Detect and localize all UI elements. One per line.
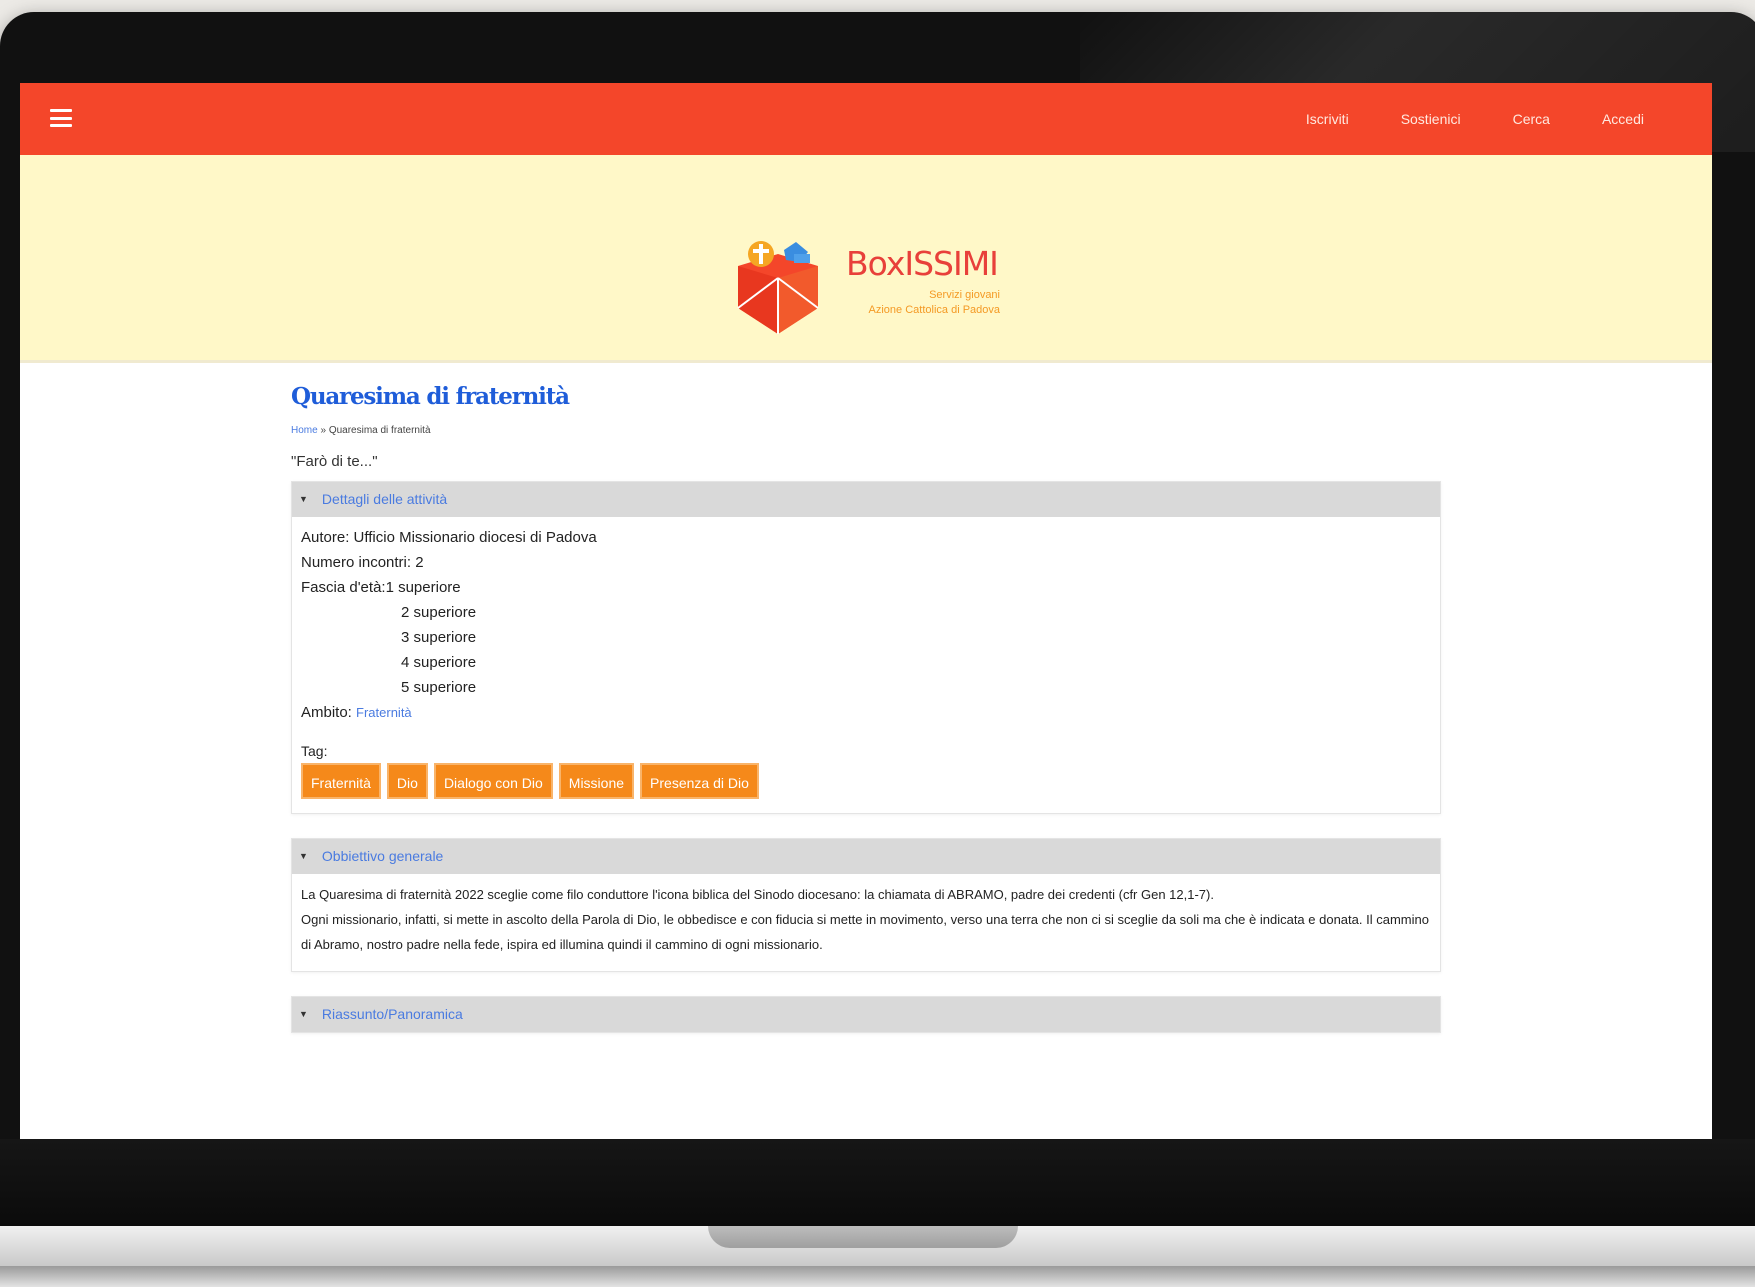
details-panel-header[interactable]: ▼ Dettagli delle attività bbox=[292, 481, 1440, 517]
breadcrumb-home-link[interactable]: Home bbox=[291, 425, 318, 436]
objective-panel-header[interactable]: ▼ Obbiettivo generale bbox=[292, 838, 1440, 874]
laptop-chin bbox=[0, 1139, 1755, 1226]
top-navbar: Iscriviti Sostienici Cerca Accedi bbox=[20, 83, 1712, 155]
meetings-row: Numero incontri: 2 bbox=[301, 553, 424, 571]
collapse-triangle-icon: ▼ bbox=[299, 494, 308, 505]
age-row: Fascia d'età: 1 superiore bbox=[301, 575, 1431, 600]
breadcrumb-separator: » bbox=[317, 424, 329, 436]
nav-link-sostienici[interactable]: Sostienici bbox=[1401, 111, 1461, 127]
breadcrumb: Home » Quaresima di fraternità bbox=[291, 425, 1441, 436]
overview-panel-header[interactable]: ▼ Riassunto/Panoramica bbox=[292, 996, 1440, 1032]
tags-label: Tag: bbox=[301, 742, 328, 759]
collapse-triangle-icon: ▼ bbox=[299, 1009, 308, 1020]
tag-dio[interactable]: Dio bbox=[386, 762, 428, 799]
laptop-notch bbox=[708, 1226, 1018, 1248]
age-list: 2 superiore 3 superiore 4 superiore 5 su… bbox=[301, 600, 1431, 700]
header-banner: BoxISSIMI Servizi giovani Azione Cattoli… bbox=[20, 155, 1712, 363]
scope-row: Ambito: Fraternità bbox=[301, 700, 1431, 725]
overview-panel-title: Riassunto/Panoramica bbox=[321, 1006, 463, 1023]
breadcrumb-current: Quaresima di fraternità bbox=[328, 424, 431, 436]
page-quote: "Farò di te..." bbox=[291, 452, 378, 470]
logo-subtitle: Servizi giovani bbox=[929, 289, 1000, 301]
objective-paragraph: La Quaresima di fraternità 2022 sceglie … bbox=[301, 886, 1214, 902]
overview-panel: ▼ Riassunto/Panoramica bbox=[291, 995, 1441, 1033]
nav-link-accedi[interactable]: Accedi bbox=[1602, 111, 1644, 127]
scope-label: Ambito: bbox=[301, 703, 357, 721]
age-item: 4 superiore bbox=[401, 653, 477, 671]
tag-list: Fraternità Dio Dialogo con Dio Missione … bbox=[301, 762, 1431, 799]
logo-title: BoxISSIMI bbox=[846, 244, 999, 283]
age-label: Fascia d'età: bbox=[301, 578, 386, 596]
page-title: Quaresima di fraternità bbox=[291, 383, 570, 410]
age-item: 5 superiore bbox=[401, 678, 477, 696]
age-first: 1 superiore bbox=[385, 578, 461, 596]
laptop-base-shadow bbox=[0, 1266, 1755, 1287]
main-content: Quaresima di fraternità Home » Quaresima… bbox=[291, 383, 1441, 1033]
author-row: Autore: Ufficio Missionario diocesi di P… bbox=[301, 528, 597, 546]
objective-paragraph: Ogni missionario, infatti, si mette in a… bbox=[301, 911, 1429, 952]
scope-link[interactable]: Fraternità bbox=[356, 705, 412, 720]
collapse-triangle-icon: ▼ bbox=[299, 851, 308, 862]
nav-links: Iscriviti Sostienici Cerca Accedi bbox=[1254, 83, 1644, 155]
browser-viewport: Iscriviti Sostienici Cerca Accedi BoxISS… bbox=[20, 83, 1712, 1139]
tag-dialogo-con-dio[interactable]: Dialogo con Dio bbox=[433, 762, 553, 799]
hamburger-menu-icon[interactable] bbox=[50, 109, 72, 127]
nav-link-iscriviti[interactable]: Iscriviti bbox=[1306, 111, 1349, 127]
nav-link-cerca[interactable]: Cerca bbox=[1513, 111, 1550, 127]
site-logo[interactable]: BoxISSIMI Servizi giovani Azione Cattoli… bbox=[728, 236, 1018, 336]
details-panel-body: Autore: Ufficio Missionario diocesi di P… bbox=[292, 517, 1440, 813]
tag-presenza-di-dio[interactable]: Presenza di Dio bbox=[640, 762, 759, 799]
age-item: 2 superiore bbox=[401, 603, 477, 621]
objective-panel-title: Obbiettivo generale bbox=[321, 848, 444, 865]
tag-fraternita[interactable]: Fraternità bbox=[301, 762, 381, 799]
details-panel-title: Dettagli delle attività bbox=[321, 491, 448, 508]
box-logo-icon bbox=[737, 241, 819, 334]
objective-panel: ▼ Obbiettivo generale La Quaresima di fr… bbox=[291, 837, 1441, 972]
details-panel: ▼ Dettagli delle attività Autore: Uffici… bbox=[291, 480, 1441, 814]
age-item: 3 superiore bbox=[401, 628, 477, 646]
objective-panel-body: La Quaresima di fraternità 2022 sceglie … bbox=[292, 874, 1440, 971]
tag-missione[interactable]: Missione bbox=[558, 762, 635, 799]
logo-organization: Azione Cattolica di Padova bbox=[868, 304, 1000, 316]
